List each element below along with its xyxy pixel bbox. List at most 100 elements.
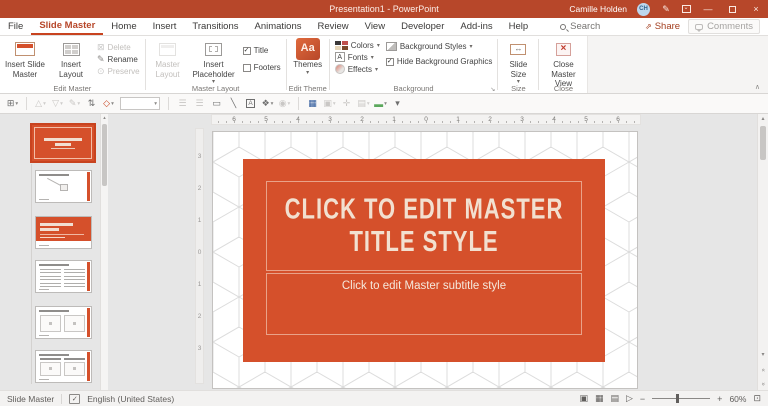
footers-checkbox[interactable]: Footers (242, 63, 282, 72)
columns-icon[interactable]: ☰ (192, 96, 207, 112)
previous-slide-button[interactable]: « (758, 367, 768, 373)
tab-insert[interactable]: Insert (145, 18, 185, 35)
layout-section-header-thumbnail[interactable] (35, 216, 92, 249)
rectangle-icon[interactable]: ▭ (209, 96, 224, 112)
delete-button[interactable]: ⊠ Delete (96, 43, 141, 52)
slide-size-icon: ↔ (510, 44, 526, 55)
master-layout-button[interactable]: Master Layout (148, 38, 188, 86)
send-backward-icon[interactable]: ▽▾ (50, 96, 65, 112)
slide-size-button[interactable]: ↔ Slide Size ▾ (500, 38, 536, 86)
effects-button[interactable]: Effects ▾ (334, 64, 381, 74)
scroll-down-icon[interactable]: ▾ (758, 351, 768, 358)
thumbnail-text-line (64, 286, 85, 287)
layout-title-and-content-thumbnail[interactable] (35, 170, 92, 203)
fit-to-window-icon[interactable]: ⊡ (753, 393, 761, 404)
slideshow-button[interactable]: ▷ (626, 393, 633, 404)
hide-background-graphics-checkbox[interactable]: ✓ Hide Background Graphics (385, 57, 494, 66)
tab-home[interactable]: Home (103, 18, 144, 35)
close-group: × Close Master View Close (539, 36, 587, 93)
master-title-slide-thumbnail[interactable] (30, 123, 96, 163)
background-dialog-launcher-icon[interactable]: ↘ (490, 86, 495, 93)
ruler-tick (546, 121, 547, 123)
insert-layout-button[interactable]: Insert Layout (48, 38, 94, 83)
maximize-button[interactable] (720, 0, 744, 18)
line-spacing-icon[interactable]: ☰ (175, 96, 190, 112)
line-icon[interactable]: ╲ (226, 96, 241, 112)
slide-editing-area[interactable]: CLICK TO EDIT MASTER TITLE STYLE Click t… (213, 132, 637, 388)
group-objects-icon[interactable]: ▣▾ (322, 96, 337, 112)
insert-chart-icon[interactable]: ▦ (305, 96, 320, 112)
preserve-button[interactable]: ⊙ Preserve (96, 67, 141, 76)
slide-sorter-button[interactable]: ▦ (595, 393, 604, 404)
next-slide-button[interactable]: » (758, 381, 768, 387)
scrollbar-thumb[interactable] (760, 126, 766, 160)
user-name[interactable]: Camille Holden (569, 4, 627, 14)
size-group: ↔ Slide Size ▾ Size (498, 36, 538, 93)
resize-icon[interactable]: ✛ (339, 96, 354, 112)
toolbar-overflow-icon[interactable]: ▾ (390, 96, 405, 112)
avatar[interactable]: CH (637, 3, 650, 16)
reading-view-button[interactable]: ▤ (610, 393, 619, 404)
ruler-tick (538, 121, 539, 123)
tab-developer[interactable]: Developer (393, 18, 452, 35)
tab-file[interactable]: File (0, 18, 31, 35)
tab-add-ins[interactable]: Add-ins (452, 18, 500, 35)
bring-forward-icon[interactable]: △▾ (33, 96, 48, 112)
master-subtitle-placeholder[interactable]: Click to edit Master subtitle style (266, 273, 582, 335)
title-checkbox[interactable]: ✓ Title (242, 46, 282, 55)
ruler-number: 1 (196, 217, 203, 224)
spell-check-icon[interactable]: ✓ (69, 394, 80, 404)
zoom-out-button[interactable]: − (640, 394, 645, 404)
reorder-objects-icon[interactable]: ⇅ (84, 96, 99, 112)
fonts-button[interactable]: A Fonts ▾ (334, 52, 381, 62)
format-painter-icon[interactable]: ✎▾ (67, 96, 82, 112)
colors-button[interactable]: Colors ▾ (334, 41, 381, 50)
style-combobox[interactable]: ▾ (120, 97, 160, 110)
search-box[interactable]: Search (560, 18, 600, 35)
tab-animations[interactable]: Animations (247, 18, 310, 35)
zoom-slider-thumb[interactable] (676, 394, 679, 403)
tab-transitions[interactable]: Transitions (184, 18, 246, 35)
rename-button[interactable]: ✎ Rename (96, 55, 141, 64)
zoom-level[interactable]: 60% (729, 394, 746, 404)
ribbon-display-options-icon[interactable]: ⌄ (676, 0, 696, 18)
insert-placeholder-button[interactable]: Insert Placeholder ▾ (188, 38, 240, 86)
background-styles-button[interactable]: Background Styles ▾ (385, 42, 494, 51)
tab-view[interactable]: View (357, 18, 393, 35)
canvas-vertical-scrollbar[interactable]: ▴ ▾ « » (757, 114, 768, 390)
collapse-ribbon-icon[interactable]: ∧ (755, 83, 760, 91)
merge-shapes-icon[interactable]: ◉▾ (277, 96, 292, 112)
zoom-slider[interactable] (652, 398, 710, 399)
layout-two-content-thumbnail[interactable] (35, 306, 92, 339)
minimize-button[interactable]: — (696, 0, 720, 18)
scroll-up-icon[interactable]: ▴ (101, 114, 108, 121)
comments-button[interactable]: Comments (688, 19, 760, 34)
insert-slide-master-icon (15, 42, 35, 56)
paste-icon[interactable]: ⊞▾ (5, 96, 20, 112)
normal-view-button[interactable]: ▣ (579, 393, 588, 404)
textbox-icon[interactable]: A (243, 96, 258, 112)
close-button[interactable]: × (744, 0, 768, 18)
highlighter-icon[interactable]: ▬▾ (373, 96, 388, 112)
shapes-icon[interactable]: ❖▾ (260, 96, 275, 112)
thumbnail-accent-bar (87, 352, 90, 381)
selection-pane-icon[interactable]: ▤▾ (356, 96, 371, 112)
shape-format-icon[interactable]: ◇▾ (101, 96, 116, 112)
share-button[interactable]: ⇗ Share (645, 21, 680, 32)
zoom-in-button[interactable]: + (717, 394, 722, 404)
themes-button[interactable]: Aa Themes ▾ (289, 38, 327, 83)
close-master-view-button[interactable]: × Close Master View (541, 38, 585, 89)
language-status[interactable]: English (United States) (87, 394, 174, 404)
scroll-up-icon[interactable]: ▴ (758, 115, 768, 122)
tab-review[interactable]: Review (310, 18, 357, 35)
scrollbar-thumb[interactable] (102, 124, 107, 186)
master-title-placeholder[interactable]: CLICK TO EDIT MASTER TITLE STYLE (266, 181, 582, 271)
tab-help[interactable]: Help (501, 18, 537, 35)
ink-pen-icon[interactable]: ✎ (656, 0, 676, 18)
tab-slide-master[interactable]: Slide Master (31, 18, 103, 35)
thumbnail-panel-scrollbar[interactable]: ▴ (100, 114, 108, 390)
title-slide-background-shape[interactable]: CLICK TO EDIT MASTER TITLE STYLE Click t… (243, 159, 605, 362)
layout-list-thumbnail[interactable] (35, 260, 92, 293)
layout-comparison-thumbnail[interactable] (35, 350, 92, 383)
insert-slide-master-button[interactable]: Insert Slide Master (2, 38, 48, 83)
